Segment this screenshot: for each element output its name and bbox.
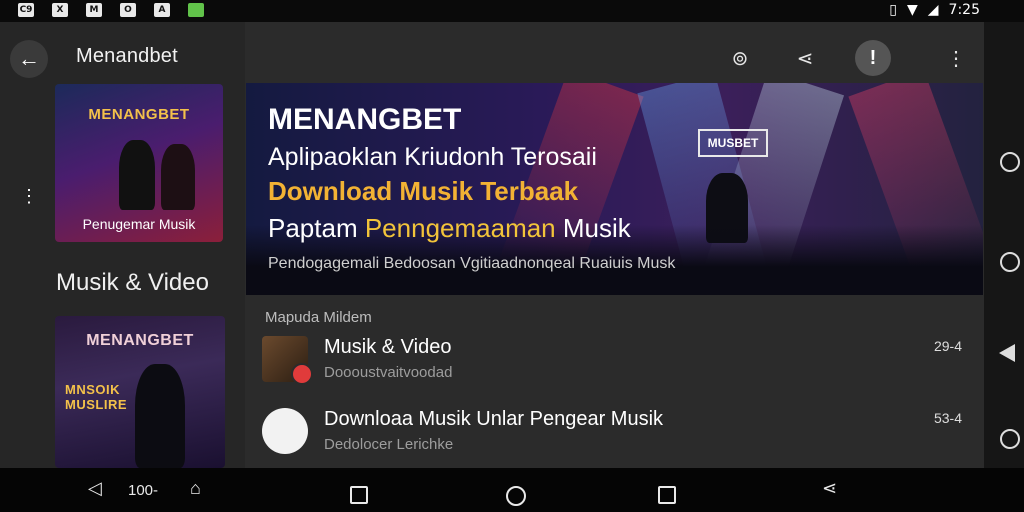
wifi-icon: ▼	[906, 2, 918, 18]
thumbnail-brand: MENANGBET	[86, 332, 194, 349]
sidebar-thumbnail-music[interactable]: MENANGBET MNSOIK MUSLIRE	[55, 316, 225, 468]
thumbnail-caption: Penugemar Musik	[82, 216, 196, 232]
rail-power-button[interactable]	[1000, 429, 1020, 449]
home-button[interactable]	[506, 486, 526, 506]
stage-sign: MUSBET	[698, 129, 768, 157]
volume-label: 100-	[128, 482, 159, 499]
report-button[interactable]: !	[855, 40, 891, 76]
system-status: ▯ ▼ ◢ 7:25	[889, 2, 980, 18]
thumbnail-overlay-text: MNSOIK MUSLIRE	[65, 382, 127, 412]
list-item-count: 29-4	[933, 338, 962, 354]
banner-subtitle: Pendogagemali Bedoosan Vgitiaadnonqeal R…	[268, 255, 676, 272]
badge-icon	[291, 363, 313, 385]
list-item-subtitle: Dedolocer Lerichke	[324, 436, 454, 453]
notification-icon: A	[154, 3, 170, 17]
list-item[interactable]: Downloaa Musik Unlar Pengear Musik Dedol…	[262, 408, 962, 468]
green-app-icon	[188, 3, 204, 17]
list-item-count: 53-4	[933, 410, 962, 426]
singer-figure	[119, 140, 155, 210]
dots-vertical-icon: ⋮	[20, 186, 38, 206]
banner-line-3-b: Penngemaaman	[364, 213, 556, 243]
banner-line-3-c: Musik	[562, 213, 631, 243]
notification-icon: M	[86, 3, 102, 17]
sidebar-thumbnail-fans[interactable]: MENANGBET Penugemar Musik	[55, 84, 223, 242]
list-item[interactable]: Musik & Video Doooustvaitvoodad 29-4	[262, 336, 962, 396]
notification-icon: C9	[18, 3, 34, 17]
status-time: 7:25	[948, 2, 980, 18]
arrow-left-icon: ←	[18, 46, 40, 71]
hero-banner[interactable]: MUSBET MENANGBET Aplipaoklan Kriudonh Te…	[246, 83, 983, 295]
cast-button[interactable]: ⊚	[722, 40, 758, 76]
list-section-label: Mapuda Mildem	[265, 309, 372, 326]
rail-back-button[interactable]	[999, 344, 1015, 362]
vibrate-icon: ▯	[889, 2, 897, 18]
singer-figure	[161, 144, 195, 210]
banner-line-3-a: Paptam	[268, 213, 358, 243]
list-item-title: Downloaa Musik Unlar Pengear Musik	[324, 408, 664, 430]
banner-line-1: Aplipaoklan Kriudonh Terosaii	[268, 143, 597, 171]
side-menu-button[interactable]: ⋮	[20, 187, 38, 214]
notification-icon: O	[120, 3, 136, 17]
overview-button[interactable]	[658, 486, 676, 504]
recent-apps-button[interactable]	[350, 486, 368, 504]
status-bar: C9 X M O A ▯ ▼ ◢ 7:25	[0, 0, 1024, 22]
list-item-title: Musik & Video	[324, 336, 452, 358]
thumbnail-brand: MENANGBET	[88, 106, 190, 123]
more-vertical-icon: ⋮	[946, 47, 966, 70]
notification-icon: X	[52, 3, 68, 17]
share-icon: ⋖	[796, 47, 814, 70]
singer-figure	[135, 364, 185, 468]
banner-line-2: Download Musik Terbaak	[268, 176, 579, 206]
share-nav-icon[interactable]: ⋖	[822, 478, 837, 499]
cast-icon: ⊚	[731, 47, 749, 70]
rail-home-button[interactable]	[1000, 152, 1020, 172]
signal-icon: ◢	[927, 2, 939, 18]
list-item-subtitle: Doooustvaitvoodad	[324, 364, 453, 381]
more-options-button[interactable]: ⋮	[938, 40, 974, 76]
alert-icon: !	[869, 46, 877, 69]
notification-icons: C9 X M O A	[18, 3, 204, 17]
avatar	[262, 408, 308, 454]
app-title: Menandbet	[76, 45, 178, 67]
section-heading: Musik & Video	[56, 269, 209, 296]
rail-circle-button[interactable]	[1000, 252, 1020, 272]
banner-line-3: Paptam Penngemaaman Musik	[268, 213, 631, 244]
right-nav-rail	[984, 22, 1024, 468]
share-button[interactable]: ⋖	[787, 40, 823, 76]
back-button[interactable]: ←	[10, 40, 48, 78]
banner-brand: MENANGBET	[268, 103, 462, 136]
home-outline-icon[interactable]: ⌂	[190, 478, 201, 499]
rotate-icon[interactable]: ◁	[88, 478, 102, 499]
